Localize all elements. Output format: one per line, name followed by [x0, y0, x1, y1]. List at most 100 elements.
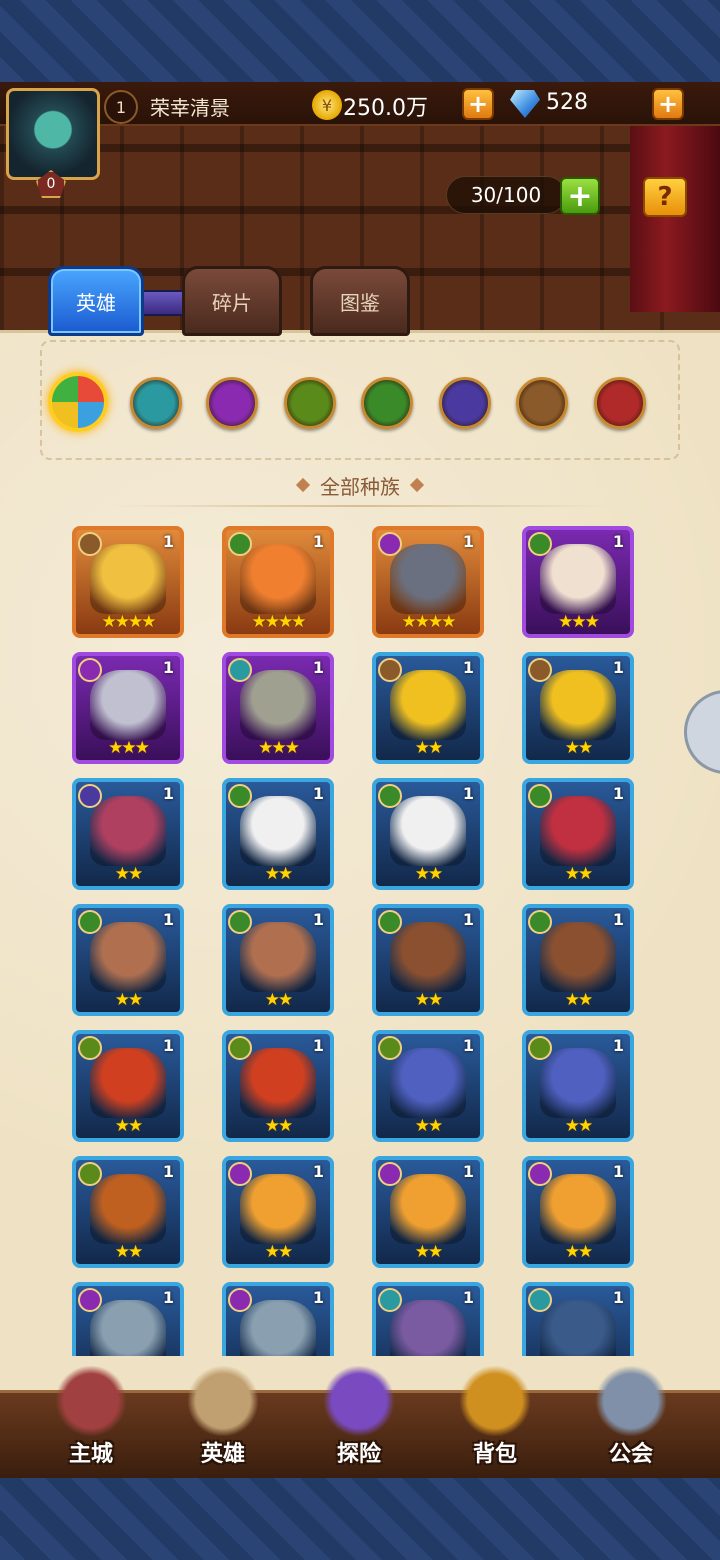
gold-amount: 250.0万	[343, 96, 428, 121]
hero-card[interactable]: 1★★	[72, 1156, 184, 1268]
hero-portrait	[540, 1300, 616, 1356]
hero-card[interactable]: 1★★	[372, 778, 484, 890]
race-badge-icon	[528, 1036, 552, 1060]
backpack-icon	[460, 1366, 530, 1436]
hero-capacity: 30/100	[446, 176, 566, 214]
race-badge-icon	[378, 532, 402, 556]
tab-codex[interactable]: 图鉴	[310, 266, 410, 336]
ice-race-icon[interactable]	[130, 377, 182, 429]
hero-card[interactable]: 1★★	[372, 1030, 484, 1142]
hero-portrait	[90, 544, 166, 614]
hero-card[interactable]: 1★★	[222, 778, 334, 890]
nav-item-3[interactable]: 背包	[440, 1360, 550, 1472]
nav-item-1[interactable]: 英雄	[168, 1360, 278, 1472]
hero-card[interactable]: 1★★	[372, 904, 484, 1016]
hero-card[interactable]: 1 ★★★★	[72, 526, 184, 638]
add-gold-button[interactable]: +	[462, 88, 494, 120]
star-rating-icon: ★★	[564, 1116, 593, 1136]
help-button[interactable]: ?	[643, 177, 687, 217]
hero-level: 1	[612, 784, 624, 803]
hero-level: 1	[162, 532, 174, 551]
race-badge-icon	[228, 784, 252, 808]
hero-card[interactable]: 1★★	[522, 1282, 634, 1356]
hero-card[interactable]: 1 ★★	[222, 904, 334, 1016]
add-diamond-button[interactable]: +	[652, 88, 684, 120]
nav-item-0[interactable]: 主城	[36, 1360, 146, 1472]
hero-portrait	[390, 670, 466, 740]
race-badge-icon	[78, 658, 102, 682]
race-badge-icon	[78, 784, 102, 808]
star-rating-icon: ★★	[264, 1242, 293, 1262]
nature-race-icon[interactable]	[361, 377, 413, 429]
hero-level: 1	[462, 910, 474, 929]
nav-label: 背包	[472, 1442, 517, 1467]
hero-portrait	[90, 1174, 166, 1244]
hero-card[interactable]: 1 ★★★★	[372, 526, 484, 638]
hero-card[interactable]: 1★★	[372, 1282, 484, 1356]
star-rating-icon: ★★	[264, 990, 293, 1010]
hero-portrait	[90, 922, 166, 992]
all-races-icon[interactable]	[48, 372, 108, 432]
hero-card[interactable]: 1★★	[72, 1282, 184, 1356]
hero-portrait	[90, 1048, 166, 1118]
hero-card[interactable]: 1★★	[222, 1282, 334, 1356]
fire-race-icon[interactable]	[594, 377, 646, 429]
star-rating-icon: ★★	[414, 1116, 443, 1136]
race-badge-icon	[528, 1288, 552, 1312]
tab-fragments[interactable]: 碎片	[182, 266, 282, 336]
hero-card[interactable]: 1★★	[72, 1030, 184, 1142]
race-badge-icon	[228, 1162, 252, 1186]
hero-portrait	[390, 1174, 466, 1244]
expand-capacity-button[interactable]: +	[560, 177, 600, 215]
hero-portrait	[90, 1300, 166, 1356]
hero-level: 1	[612, 532, 624, 551]
hero-card[interactable]: 1 ★★	[222, 1156, 334, 1268]
hero-card[interactable]: 1★★	[72, 904, 184, 1016]
race-badge-icon	[528, 532, 552, 556]
nav-item-2[interactable]: 探险	[304, 1360, 414, 1472]
hero-card[interactable]: 1★★	[372, 652, 484, 764]
hero-card[interactable]: 1★★	[522, 778, 634, 890]
beast-race-icon[interactable]	[284, 377, 336, 429]
star-rating-icon: ★★	[264, 1116, 293, 1136]
race-badge-icon	[378, 1036, 402, 1060]
hero-card[interactable]: 1 ★★★	[522, 526, 634, 638]
diamond-ornament-icon	[409, 477, 425, 493]
hero-level: 1	[312, 658, 324, 677]
hero-portrait	[390, 1300, 466, 1356]
hero-card[interactable]: 1★★	[522, 1156, 634, 1268]
star-rating-icon: ★★★	[258, 738, 300, 758]
hero-card[interactable]: 1 ★★★★	[222, 526, 334, 638]
hero-card[interactable]: 1★★	[72, 778, 184, 890]
hero-card[interactable]: 1★★	[372, 1156, 484, 1268]
hero-portrait	[90, 796, 166, 866]
frame-top	[0, 0, 720, 82]
race-badge-icon	[78, 532, 102, 556]
hero-card[interactable]: 1★★	[522, 1030, 634, 1142]
hero-card[interactable]: 1★★	[522, 652, 634, 764]
light-race-icon[interactable]	[516, 377, 568, 429]
hero-portrait	[240, 1174, 316, 1244]
hero-portrait	[390, 1048, 466, 1118]
shadow-race-icon[interactable]	[206, 377, 258, 429]
hero-portrait	[390, 922, 466, 992]
hero-portrait	[240, 544, 316, 614]
player-avatar[interactable]	[6, 88, 100, 180]
hero-level: 1	[312, 1162, 324, 1181]
gold-coin-icon: ¥	[312, 90, 342, 120]
hero-level: 1	[462, 1288, 474, 1307]
race-badge-icon	[528, 1162, 552, 1186]
star-rating-icon: ★★	[114, 1242, 143, 1262]
hero-card[interactable]: 1 ★★★	[222, 652, 334, 764]
tab-heroes[interactable]: 英雄	[48, 266, 144, 336]
hero-level: 1	[462, 658, 474, 677]
undead-race-icon[interactable]	[439, 377, 491, 429]
hero-card[interactable]: 1★★	[522, 904, 634, 1016]
hero-card[interactable]: 1★★	[222, 1030, 334, 1142]
star-rating-icon: ★★★	[558, 612, 600, 632]
star-rating-icon: ★★	[114, 990, 143, 1010]
race-badge-icon	[378, 658, 402, 682]
nav-item-4[interactable]: 公会	[576, 1360, 686, 1472]
hero-card[interactable]: 1 ★★★	[72, 652, 184, 764]
hero-level: 1	[312, 910, 324, 929]
